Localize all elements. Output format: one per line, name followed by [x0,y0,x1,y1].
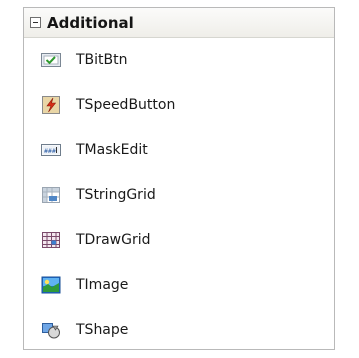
component-label: TStringGrid [76,187,156,203]
component-item-tspeedbutton[interactable]: TSpeedButton [24,90,334,120]
section-title: Additional [47,13,134,32]
component-palette-panel: Additional TBitBtn TSpeedButton ### TMas… [23,7,335,350]
section-header[interactable]: Additional [24,8,334,38]
component-label: TDrawGrid [76,232,151,248]
component-item-tbitbtn[interactable]: TBitBtn [24,45,334,75]
component-item-tmaskedit[interactable]: ### TMaskEdit [24,135,334,165]
stringgrid-icon [40,185,62,205]
minus-collapse-icon[interactable] [30,17,41,28]
component-label: TBitBtn [76,52,128,68]
svg-text:###: ### [44,147,56,155]
component-item-tshape[interactable]: TShape [24,315,334,345]
component-item-tstringgrid[interactable]: TStringGrid [24,180,334,210]
component-item-timage[interactable]: TImage [24,270,334,300]
component-label: TShape [76,322,129,338]
bitbtn-check-icon [40,50,62,70]
component-label: TSpeedButton [76,97,176,113]
maskedit-icon: ### [40,140,62,160]
shape-icon [40,320,62,340]
component-label: TImage [76,277,129,293]
drawgrid-icon [40,230,62,250]
image-icon [40,275,62,295]
component-label: TMaskEdit [76,142,148,158]
speedbutton-lightning-icon [40,95,62,115]
component-item-tdrawgrid[interactable]: TDrawGrid [24,225,334,255]
